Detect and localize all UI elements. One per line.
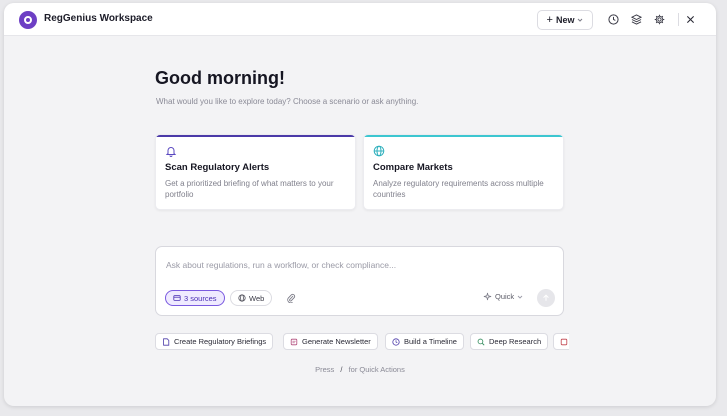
card-compare-markets[interactable]: Compare Markets Analyze regulatory requi… [363, 134, 564, 210]
card-accent-bar [364, 135, 563, 137]
database-icon [173, 295, 181, 301]
chat-composer: 3 sources Web Quick [155, 246, 564, 316]
card-description: Analyze regulatory requirements across m… [373, 179, 544, 199]
page-subtitle: What would you like to explore today? Ch… [156, 97, 419, 106]
card-title: Scan Regulatory Alerts [165, 162, 270, 173]
page-title: Good morning! [155, 68, 285, 88]
quick-action-overflow[interactable] [553, 333, 569, 350]
card-accent-bar [156, 135, 355, 137]
keyboard-hint: Press / for Quick Actions [4, 365, 716, 374]
title-bar: RegGenius Workspace + New [4, 3, 716, 36]
clock-icon [392, 337, 400, 346]
search-icon [477, 338, 485, 346]
sources-chip-label: 3 sources [184, 293, 217, 303]
quick-action-label: Create Regulatory Briefings [174, 337, 267, 346]
web-chip-label: Web [249, 293, 265, 303]
card-scan-regulatory-alerts[interactable]: Scan Regulatory Alerts Get a prioritized… [155, 134, 356, 210]
chevron-down-icon [578, 18, 583, 22]
toolbar-divider [678, 13, 679, 26]
app-window: RegGenius Workspace + New Good morning! … [4, 3, 716, 406]
mode-label: Quick [495, 292, 515, 301]
arrow-up-icon [543, 294, 549, 301]
send-button[interactable] [537, 289, 555, 307]
quick-action-create-regulatory-briefings[interactable]: Create Regulatory Briefings [155, 333, 274, 350]
globe-icon [373, 145, 385, 157]
hint-key: / [340, 365, 343, 374]
web-chip[interactable]: Web [230, 290, 273, 306]
newsletter-icon [290, 338, 298, 345]
quick-action-generate-newsletter[interactable]: Generate Newsletter [283, 333, 378, 350]
hint-prefix: Press [315, 365, 335, 374]
layers-icon[interactable] [629, 12, 643, 26]
new-button[interactable]: + New [537, 10, 593, 30]
chevron-down-icon [517, 295, 523, 299]
new-button-label: New [555, 15, 575, 25]
close-icon[interactable] [683, 12, 697, 26]
document-icon [163, 337, 170, 346]
quick-action-build-a-timeline[interactable]: Build a Timeline [385, 333, 464, 350]
app-logo [19, 11, 37, 29]
chat-input[interactable] [166, 258, 546, 272]
plus-icon: + [546, 13, 553, 26]
app-title: RegGenius Workspace [44, 13, 153, 24]
workspace-main: Good morning! What would you like to exp… [4, 37, 716, 406]
quick-action-label: Generate Newsletter [302, 337, 371, 346]
quick-action-label: Build a Timeline [404, 337, 457, 346]
quick-actions-row: Create Regulatory Briefings Generate New… [155, 333, 569, 351]
sources-chip[interactable]: 3 sources [165, 290, 225, 306]
bell-icon [165, 147, 177, 157]
history-icon[interactable] [606, 12, 620, 26]
card-description: Get a prioritized briefing of what matte… [165, 179, 334, 199]
quick-action-deep-research[interactable]: Deep Research [470, 333, 549, 350]
settings-icon[interactable] [652, 12, 666, 26]
globe-icon [238, 294, 246, 302]
quick-action-label: Deep Research [489, 337, 542, 346]
mode-selector[interactable]: Quick [483, 292, 523, 301]
hint-suffix: for Quick Actions [348, 365, 405, 374]
card-title: Compare Markets [373, 162, 453, 173]
paperclip-icon[interactable] [286, 293, 296, 303]
sparkle-icon [483, 292, 492, 301]
document-icon [560, 338, 568, 345]
